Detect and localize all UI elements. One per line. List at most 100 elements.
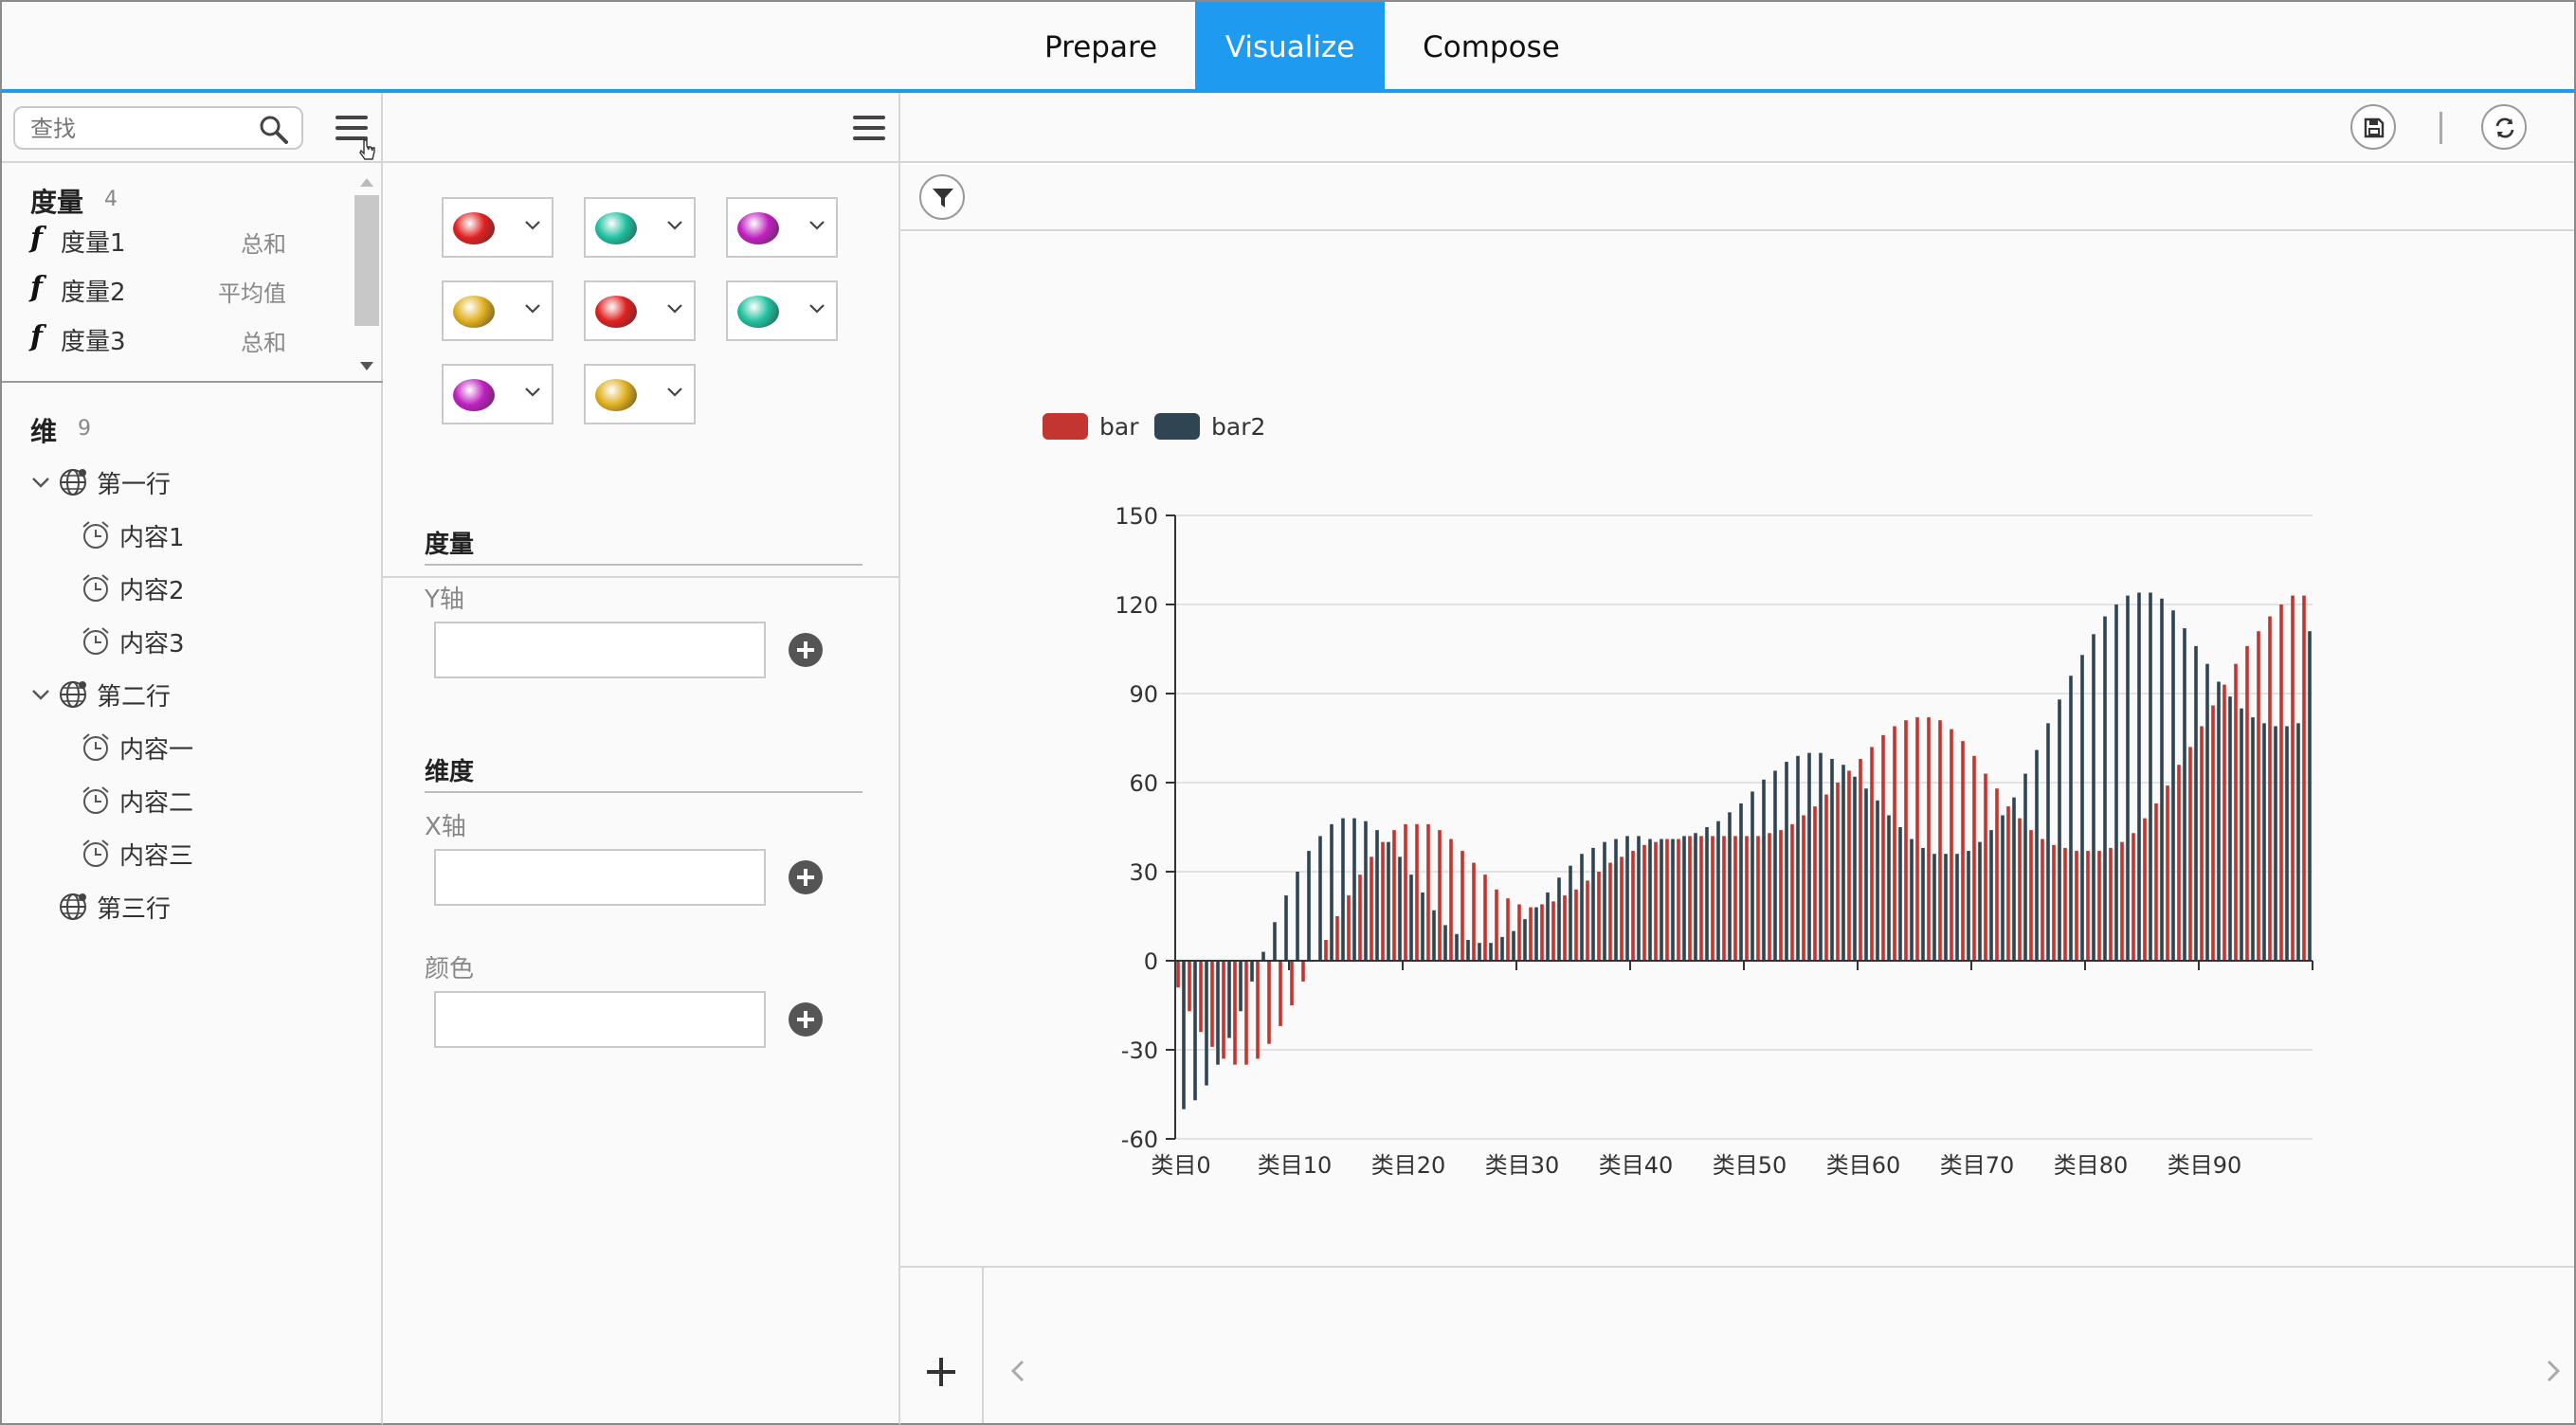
chart-type-button[interactable] [584, 364, 696, 424]
chart-type-button[interactable] [726, 280, 838, 341]
bar-bar2-33 [1557, 877, 1561, 961]
bar-bar2-71 [1989, 830, 1993, 961]
y-axis-drop-field[interactable] [434, 622, 766, 678]
bar-bar2-92 [2228, 696, 2232, 961]
bar-bar2-73 [2012, 797, 2016, 961]
bar-bar2-55 [1807, 752, 1811, 961]
tree-leaf-item[interactable]: 内容1 [80, 514, 185, 557]
bar-bar2-45 [1694, 833, 1697, 961]
bar-bar-10 [1290, 961, 1294, 1005]
filter-button[interactable] [919, 174, 965, 220]
bar-bar2-82 [2114, 604, 2118, 961]
tab-compose[interactable]: Compose [1385, 2, 1598, 93]
color-drop-field[interactable] [434, 991, 766, 1048]
bar-bar2-54 [1796, 755, 1800, 961]
bar-bar-50 [1745, 836, 1749, 961]
x-tick-label: 类目60 [1826, 1152, 1901, 1179]
tab-prepare[interactable]: Prepare [1007, 2, 1195, 93]
scroll-down-arrow-icon[interactable] [360, 362, 373, 370]
bar-bar2-36 [1591, 847, 1595, 961]
chart-type-button[interactable] [442, 364, 553, 424]
toolbar-separator [2440, 112, 2442, 144]
tree-leaf-item[interactable]: 内容二 [80, 779, 193, 822]
bar-bar2-11 [1307, 851, 1311, 961]
add-y-axis-button[interactable] [789, 633, 823, 667]
bar-bar-74 [2018, 818, 2022, 961]
bar-bar2-21 [1421, 892, 1424, 961]
config-menu-icon[interactable] [853, 116, 885, 144]
add-sheet-button[interactable] [900, 1268, 984, 1423]
chart-type-button[interactable] [584, 197, 696, 258]
chevron-left-icon[interactable] [1007, 1359, 1031, 1383]
bar-bar2-76 [2046, 723, 2050, 961]
bar-bar2-4 [1227, 961, 1231, 1038]
measure-item[interactable]: f 度量2 平均值 [30, 269, 286, 311]
save-button[interactable] [2350, 104, 2396, 150]
bar-bar-48 [1722, 836, 1726, 961]
tree-leaf-item[interactable]: 内容一 [80, 726, 193, 769]
bar-bar-1 [1188, 961, 1191, 1012]
bar-bar2-84 [2137, 592, 2141, 961]
search-input[interactable] [30, 114, 258, 144]
bar-bar2-1 [1193, 961, 1197, 1101]
chart-type-button[interactable] [584, 280, 696, 341]
chevron-right-icon[interactable] [2540, 1359, 2565, 1383]
measure-aggregation[interactable]: 平均值 [218, 275, 286, 308]
divider [425, 791, 862, 793]
visualization-panel: 150 120 90 60 30 0 -30 -60 类目0 类目10 类目20 类目30 类目40 类目… [900, 93, 2576, 1425]
config-header [383, 93, 898, 163]
tree-leaf-item[interactable]: 内容三 [80, 832, 193, 875]
bar-bar-54 [1790, 823, 1794, 961]
tree-leaf-item[interactable]: 内容2 [80, 567, 185, 610]
bar-bar-4 [1222, 961, 1225, 1059]
x-tick-label: 类目30 [1485, 1152, 1560, 1179]
bar-bar-22 [1426, 823, 1430, 961]
add-x-axis-button[interactable] [789, 860, 823, 894]
x-axis-label: X轴 [425, 813, 466, 841]
bar-bar2-37 [1603, 841, 1606, 961]
chevron-down-icon[interactable] [30, 684, 51, 705]
x-tick-label: 类目20 [1371, 1152, 1446, 1179]
chevron-down-icon[interactable] [30, 472, 51, 493]
pie-chart-icon [595, 296, 637, 328]
tree-leaf-label: 内容3 [119, 629, 185, 658]
add-color-button[interactable] [789, 1002, 823, 1037]
search-icon[interactable] [258, 114, 290, 146]
dimension-section-title: 维度 [425, 758, 475, 786]
bar-bar2-49 [1739, 803, 1743, 961]
measure-aggregation[interactable]: 总和 [241, 324, 286, 357]
scroll-thumb[interactable] [354, 195, 379, 326]
filter-icon [933, 189, 953, 207]
bar-bar2-35 [1580, 854, 1584, 961]
bar-bar-95 [2257, 631, 2260, 961]
x-axis-drop-field[interactable] [434, 849, 766, 906]
bar-bar2-40 [1637, 836, 1641, 961]
bar-bar-38 [1608, 862, 1612, 961]
bar-bar2-74 [2023, 773, 2027, 961]
bar-bar2-2 [1205, 961, 1208, 1086]
bar-bar2-18 [1387, 841, 1390, 961]
chart-type-button[interactable] [442, 197, 553, 258]
measures-scrollbar[interactable] [353, 176, 381, 381]
chart-type-button[interactable] [442, 280, 553, 341]
bar-bar2-58 [1841, 765, 1845, 961]
measure-aggregation[interactable]: 总和 [241, 225, 286, 259]
bar-bar2-65 [1921, 847, 1925, 961]
dimensions-count: 9 [78, 417, 91, 441]
bar-bar-20 [1404, 823, 1407, 961]
bar-bar-14 [1335, 916, 1339, 961]
tree-leaf-item[interactable]: 内容3 [80, 620, 185, 663]
tree-group-item[interactable]: 第一行 [30, 460, 171, 504]
bar-bar2-25 [1466, 940, 1470, 961]
tab-visualize[interactable]: Visualize [1195, 2, 1386, 93]
bar-bar2-61 [1876, 800, 1879, 961]
bar-bar-40 [1631, 851, 1635, 961]
chart-type-button[interactable] [726, 197, 838, 258]
pie-chart-icon [737, 296, 779, 328]
measure-item[interactable]: f 度量1 总和 [30, 220, 286, 262]
refresh-button[interactable] [2481, 104, 2527, 150]
measure-item[interactable]: f 度量3 总和 [30, 318, 286, 360]
tree-group-item[interactable]: 第二行 [30, 673, 171, 716]
tree-group-item[interactable]: 第三行 [30, 885, 171, 929]
scroll-up-arrow-icon[interactable] [360, 178, 373, 187]
